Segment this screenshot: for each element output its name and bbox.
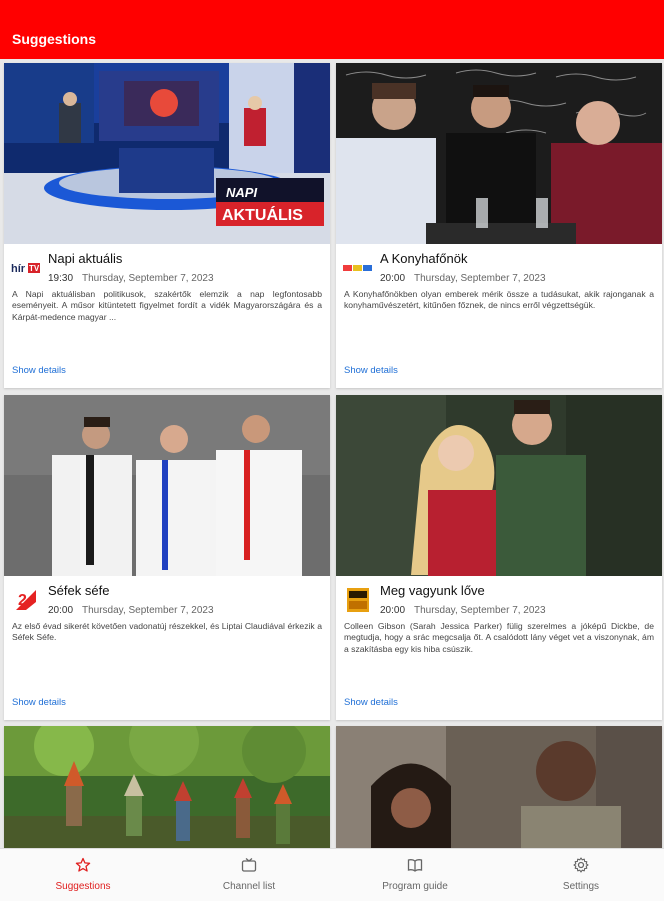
program-thumbnail[interactable]	[336, 726, 662, 848]
suggestions-grid[interactable]: NAPI AKTUÁLIS hír TV Napi aktuális 19:30…	[0, 59, 664, 848]
rtl-logo-icon	[343, 258, 373, 278]
program-card[interactable]	[336, 726, 662, 848]
app-bar: Suggestions	[0, 0, 664, 59]
nav-suggestions[interactable]: Suggestions	[0, 849, 166, 901]
program-title: Séfek séfe	[48, 583, 110, 598]
program-thumbnail[interactable]	[336, 63, 662, 244]
program-thumbnail[interactable]	[4, 726, 330, 848]
book-icon	[407, 857, 423, 873]
program-card[interactable]: Meg vagyunk lőve 20:00 Thursday, Septemb…	[336, 395, 662, 720]
svg-text:2: 2	[18, 592, 27, 609]
show-details-link[interactable]: Show details	[344, 365, 398, 376]
program-description: Az első évad sikerét követően vadonatúj …	[12, 621, 322, 643]
sony-max-logo-icon	[343, 588, 373, 612]
aktualis-overlay-text: AKTUÁLIS	[222, 205, 303, 224]
svg-text:hír: hír	[11, 263, 26, 275]
star-icon	[75, 857, 91, 873]
hirtv-logo-icon: hír TV	[11, 258, 41, 278]
nav-program-guide[interactable]: Program guide	[332, 849, 498, 901]
program-thumbnail[interactable]: NAPI AKTUÁLIS	[4, 63, 330, 244]
tv2-logo-icon: 2	[11, 588, 41, 612]
program-card[interactable]: 2 Séfek séfe 20:00 Thursday, September 7…	[4, 395, 330, 720]
program-thumbnail[interactable]	[336, 395, 662, 576]
program-title: Meg vagyunk lőve	[380, 583, 485, 598]
program-time: 20:00	[380, 273, 406, 284]
program-description: A Konyhafőnökben olyan emberek mérik öss…	[344, 289, 654, 311]
tv-icon	[241, 857, 257, 873]
program-card[interactable]	[4, 726, 330, 848]
show-details-link[interactable]: Show details	[12, 365, 66, 376]
nav-settings[interactable]: Settings	[498, 849, 664, 901]
program-date: Thursday, September 7, 2023	[82, 273, 214, 284]
nav-label: Suggestions	[55, 881, 111, 892]
program-time: 20:00	[48, 605, 74, 616]
svg-text:TV: TV	[29, 264, 40, 273]
nav-channel-list[interactable]: Channel list	[166, 849, 332, 901]
nav-label: Settings	[562, 881, 600, 892]
page-title: Suggestions	[12, 31, 97, 47]
program-date: Thursday, September 7, 2023	[414, 273, 546, 284]
napi-overlay-text: NAPI	[226, 185, 257, 200]
nav-label: Channel list	[222, 881, 276, 892]
program-date: Thursday, September 7, 2023	[414, 605, 546, 616]
program-description: A Napi aktuálisban politikusok, szakértő…	[12, 289, 322, 322]
program-time: 20:00	[380, 605, 406, 616]
gear-icon	[573, 857, 589, 873]
program-description: Colleen Gibson (Sarah Jessica Parker) fü…	[344, 621, 654, 654]
nav-label: Program guide	[382, 881, 448, 892]
program-title: Napi aktuális	[48, 251, 123, 266]
program-card[interactable]: A Konyhafőnök 20:00 Thursday, September …	[336, 63, 662, 388]
program-date: Thursday, September 7, 2023	[82, 605, 214, 616]
program-title: A Konyhafőnök	[380, 251, 468, 266]
program-card[interactable]: NAPI AKTUÁLIS hír TV Napi aktuális 19:30…	[4, 63, 330, 388]
bottom-navigation: Suggestions Channel list Program guide S…	[0, 848, 664, 901]
program-thumbnail[interactable]	[4, 395, 330, 576]
program-time: 19:30	[48, 273, 74, 284]
show-details-link[interactable]: Show details	[12, 697, 66, 708]
show-details-link[interactable]: Show details	[344, 697, 398, 708]
